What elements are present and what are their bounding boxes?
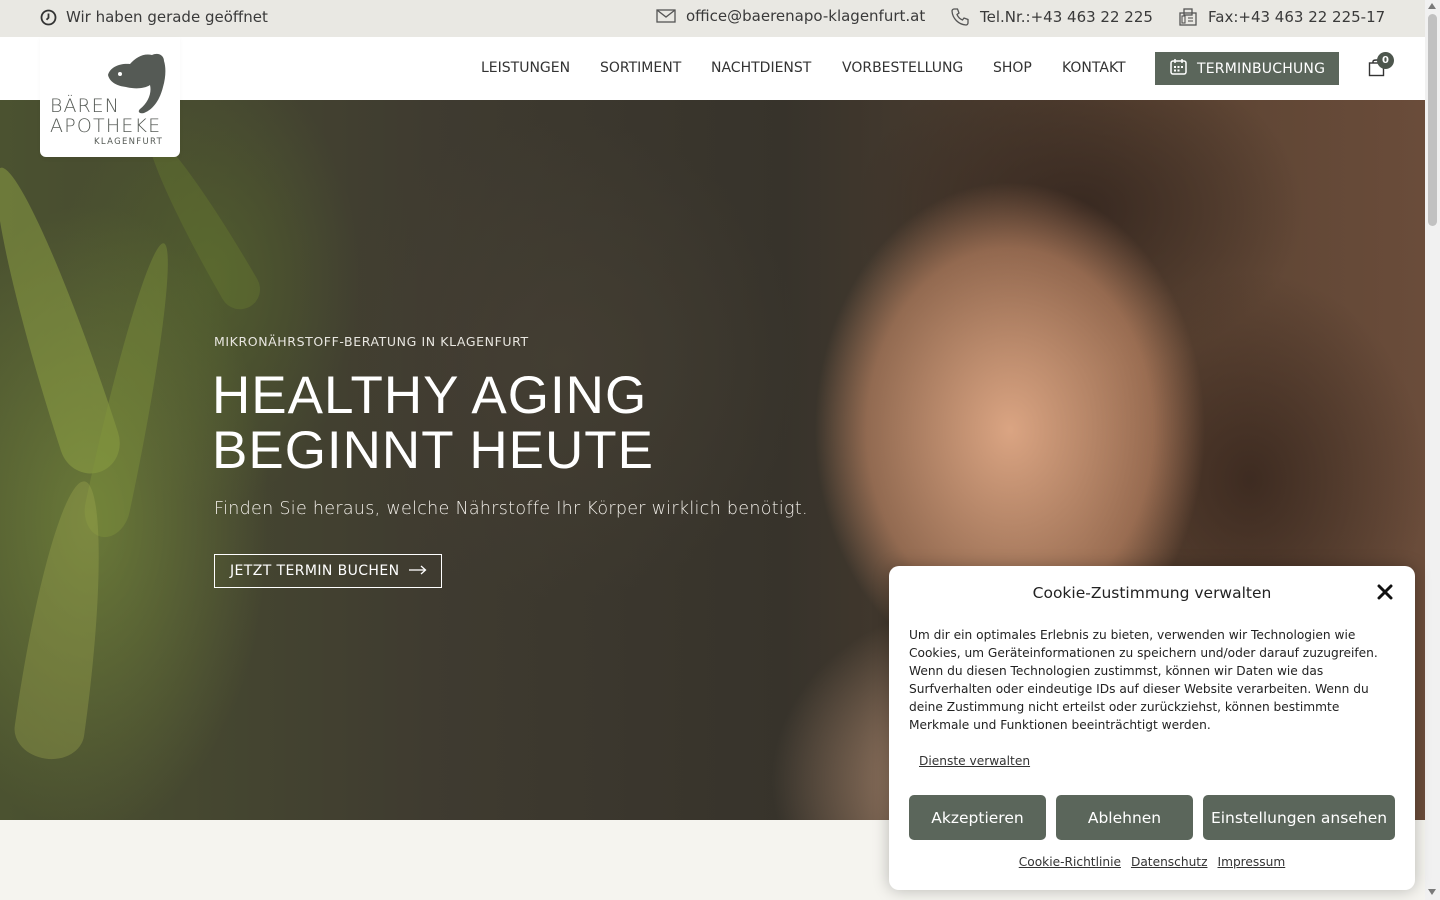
email-text[interactable]: office@baerenapo-klagenfurt.at bbox=[686, 7, 925, 25]
hero-subtitle: Finden Sie heraus, welche Nährstoffe Ihr… bbox=[214, 499, 808, 519]
scrollbar-thumb[interactable] bbox=[1428, 14, 1437, 226]
hero-cta-label: JETZT TERMIN BUCHEN bbox=[230, 563, 400, 579]
top-bar: Wir haben gerade geöffnet office@baerena… bbox=[0, 0, 1425, 37]
fax-icon bbox=[1178, 7, 1198, 27]
nav-item-kontakt[interactable]: KONTAKT bbox=[1062, 60, 1126, 76]
nav-item-nachtdienst[interactable]: NACHTDIENST bbox=[711, 60, 811, 76]
hero-eyebrow: MIKRONÄHRSTOFF-BERATUNG IN KLAGENFURT bbox=[214, 334, 529, 349]
logo-line-1: BÄREN bbox=[50, 95, 120, 117]
nav-item-leistungen[interactable]: LEISTUNGEN bbox=[481, 60, 570, 76]
scroll-down-arrow-icon[interactable] bbox=[1428, 889, 1436, 895]
fax-text: Fax:+43 463 22 225-17 bbox=[1208, 8, 1386, 26]
envelope-icon bbox=[656, 9, 676, 23]
arrow-right-icon bbox=[409, 563, 427, 579]
phone-link[interactable]: Tel.Nr.:+43 463 22 225 bbox=[950, 7, 1153, 27]
nav-item-sortiment[interactable]: SORTIMENT bbox=[600, 60, 681, 76]
manage-services-link[interactable]: Dienste verwalten bbox=[919, 754, 1030, 768]
cookie-links: Cookie-Richtlinie Datenschutz Impressum bbox=[889, 855, 1415, 869]
clock-icon bbox=[40, 9, 57, 26]
cookie-dialog-text: Um dir ein optimales Erlebnis zu bieten,… bbox=[909, 628, 1378, 732]
page-scrollbar[interactable] bbox=[1425, 0, 1440, 900]
phone-text[interactable]: Tel.Nr.:+43 463 22 225 bbox=[980, 8, 1153, 26]
hero-title-line-2: BEGINNT HEUTE bbox=[212, 421, 654, 480]
logo[interactable]: BÄREN APOTHEKE KLAGENFURT bbox=[40, 37, 180, 157]
booking-label: TERMINBUCHUNG bbox=[1197, 60, 1326, 77]
cookie-dialog-title: Cookie-Zustimmung verwalten bbox=[1032, 584, 1272, 602]
nav-item-vorbestellung[interactable]: VORBESTELLUNG bbox=[842, 60, 963, 76]
cookie-consent-dialog: Cookie-Zustimmung verwalten Um dir ein o… bbox=[889, 566, 1415, 890]
calendar-icon bbox=[1170, 58, 1187, 79]
phone-icon bbox=[950, 7, 970, 27]
accept-button[interactable]: Akzeptieren bbox=[909, 795, 1046, 840]
opening-status: Wir haben gerade geöffnet bbox=[40, 8, 268, 26]
cart-count-badge: 0 bbox=[1377, 52, 1394, 69]
booking-button[interactable]: TERMINBUCHUNG bbox=[1155, 52, 1339, 85]
hero-title: HEALTHY AGING BEGINNT HEUTE bbox=[212, 368, 654, 478]
cookie-policy-link[interactable]: Cookie-Richtlinie bbox=[1019, 855, 1121, 869]
email-link[interactable]: office@baerenapo-klagenfurt.at bbox=[656, 7, 925, 25]
logo-line-2: APOTHEKE bbox=[50, 115, 162, 137]
nav-item-shop[interactable]: SHOP bbox=[993, 60, 1032, 76]
close-icon[interactable] bbox=[1377, 584, 1393, 604]
fax-info: Fax:+43 463 22 225-17 bbox=[1178, 7, 1385, 27]
imprint-link[interactable]: Impressum bbox=[1217, 855, 1285, 869]
decline-button[interactable]: Ablehnen bbox=[1056, 795, 1193, 840]
logo-line-3: KLAGENFURT bbox=[94, 137, 164, 147]
privacy-link[interactable]: Datenschutz bbox=[1131, 855, 1208, 869]
view-settings-button[interactable]: Einstellungen ansehen bbox=[1203, 795, 1395, 840]
opening-status-text: Wir haben gerade geöffnet bbox=[66, 8, 268, 26]
hero-title-line-1: HEALTHY AGING bbox=[212, 366, 648, 425]
scroll-up-arrow-icon[interactable] bbox=[1428, 3, 1436, 9]
hero-cta-button[interactable]: JETZT TERMIN BUCHEN bbox=[214, 554, 442, 588]
